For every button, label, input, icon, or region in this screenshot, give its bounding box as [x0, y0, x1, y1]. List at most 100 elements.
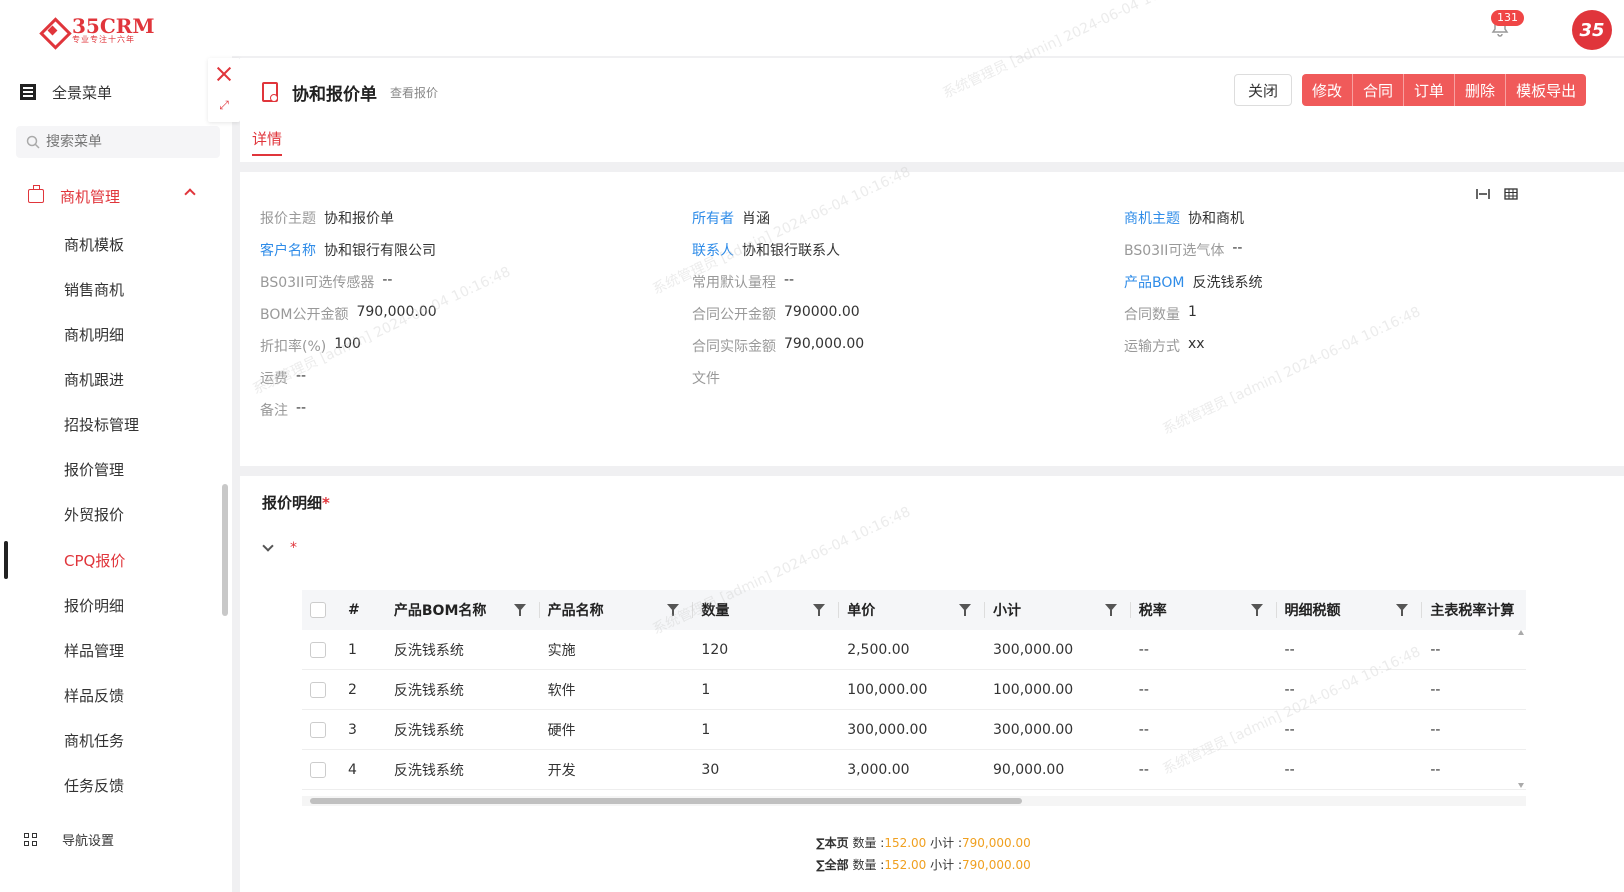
brand-logo[interactable]: 35CRM 专业专注十六年: [38, 16, 155, 46]
sidebar-item[interactable]: 商机明细: [0, 312, 224, 357]
select-all-checkbox[interactable]: [310, 602, 326, 618]
filter-icon: [1104, 604, 1117, 616]
column-width-icon[interactable]: [1476, 188, 1490, 200]
filter-icon: [813, 604, 826, 616]
nav-settings-button[interactable]: 导航设置: [24, 830, 114, 849]
detail-panel: 报价主题 协和报价单 客户名称 协和银行有限公司 BS03II可选传感器 -- BOM…: [240, 172, 1624, 466]
briefcase-icon: [28, 185, 44, 203]
avatar[interactable]: 35: [1572, 10, 1612, 50]
template-export-button[interactable]: 模板导出: [1506, 74, 1587, 106]
field-quote-subject: 报价主题 协和报价单: [260, 211, 394, 227]
field-contract-qty: 合同数量 1: [1124, 304, 1197, 323]
tab-details[interactable]: 详情: [252, 128, 282, 149]
field-range: 常用默认量程 --: [692, 272, 795, 291]
field-contract-actual: 合同实际金额 790,000.00: [692, 336, 865, 355]
contract-button[interactable]: 合同: [1353, 74, 1405, 106]
close-icon[interactable]: [216, 66, 232, 82]
chevron-up-icon: [184, 188, 196, 200]
sidebar-item[interactable]: 招投标管理: [0, 402, 224, 447]
col-unit-price[interactable]: 单价: [839, 590, 985, 630]
field-remark: 备注 --: [260, 400, 307, 419]
row-checkbox[interactable]: [310, 642, 326, 658]
field-opportunity[interactable]: 商机主题 协和商机: [1124, 208, 1244, 228]
edit-button[interactable]: 修改: [1302, 74, 1354, 106]
field-shipping: 运输方式 xx: [1124, 336, 1205, 355]
search-icon: [26, 135, 40, 149]
row-checkbox[interactable]: [310, 762, 326, 778]
menu-search[interactable]: [16, 126, 220, 158]
document-icon: [262, 82, 278, 102]
main-content: 协和报价单 查看报价 关闭 修改 合同 订单 删除 模板导出 详情 报价主题 协和…: [240, 58, 1624, 892]
sidebar-item[interactable]: 销售商机: [0, 267, 224, 312]
row-checkbox[interactable]: [310, 682, 326, 698]
field-contract-public: 合同公开金额 790000.00: [692, 304, 860, 323]
nav-settings-label: 导航设置: [62, 834, 115, 849]
col-main-tax[interactable]: 主表税率计算: [1422, 590, 1526, 630]
logo-icon: [38, 16, 68, 46]
brand-name: 35CRM: [72, 14, 155, 38]
collapse-toggle[interactable]: *: [262, 540, 297, 556]
table-row: 1 反洗钱系统 实施 120 2,500.00 300,000.00 -- --…: [302, 630, 1526, 670]
sidebar-group-label: 商机管理: [60, 187, 121, 206]
col-product-name[interactable]: 产品名称: [540, 590, 694, 630]
top-bar: 35CRM 专业专注十六年 131 35: [0, 0, 1624, 56]
sidebar-item[interactable]: 报价明细: [0, 583, 224, 628]
sidebar-item[interactable]: 样品管理: [0, 628, 224, 673]
row-checkbox[interactable]: [310, 722, 326, 738]
col-subtotal[interactable]: 小计: [985, 590, 1131, 630]
action-buttons: 修改 合同 订单 删除 模板导出: [1302, 74, 1587, 106]
table-layout-icon[interactable]: [1504, 188, 1518, 200]
order-button[interactable]: 订单: [1404, 74, 1456, 106]
close-button[interactable]: 关闭: [1234, 74, 1292, 106]
sidebar-scrollbar[interactable]: [222, 484, 228, 616]
notification-badge: 131: [1491, 10, 1524, 26]
menu-list-icon: [20, 84, 36, 100]
page-subtitle: 查看报价: [390, 86, 439, 100]
col-tax-rate[interactable]: 税率: [1131, 590, 1277, 630]
table-row: 2 反洗钱系统 软件 1 100,000.00 100,000.00 -- --…: [302, 670, 1526, 710]
grid-icon: [24, 832, 38, 847]
items-title: 报价明细*: [262, 494, 330, 512]
page-title: 协和报价单: [292, 85, 377, 105]
table-vertical-scrollbar[interactable]: [1516, 630, 1526, 788]
sidebar-item[interactable]: 任务反馈: [0, 763, 224, 808]
table-header: # 产品BOM名称 产品名称 数量 单价 小计 税率 明细税额 主表税率计算: [302, 590, 1526, 630]
fullscreen-icon[interactable]: ⤢: [217, 98, 231, 112]
filter-icon: [958, 604, 971, 616]
sidebar-item[interactable]: 外贸报价: [0, 492, 224, 537]
field-product-bom[interactable]: 产品BOM 反洗钱系统: [1124, 272, 1262, 292]
filter-icon: [513, 604, 526, 616]
filter-icon: [1250, 604, 1263, 616]
search-input[interactable]: [46, 134, 196, 150]
sidebar-item-active[interactable]: CPQ报价: [0, 538, 224, 583]
summary-page: ∑本页 数量 :152.00 小计 :790,000.00: [816, 836, 1031, 850]
sidebar-item[interactable]: 报价管理: [0, 447, 224, 492]
floating-toolbar: ⤢: [208, 58, 240, 122]
table-horizontal-scrollbar[interactable]: [302, 796, 1526, 806]
table-row: 4 反洗钱系统 开发 30 3,000.00 90,000.00 -- -- -…: [302, 750, 1526, 790]
active-indicator: [4, 541, 8, 579]
sidebar-item[interactable]: 样品反馈: [0, 673, 224, 718]
filter-icon: [1396, 604, 1409, 616]
field-customer[interactable]: 客户名称 协和银行有限公司: [260, 240, 436, 260]
table-row: 3 反洗钱系统 硬件 1 300,000.00 300,000.00 -- --…: [302, 710, 1526, 750]
col-qty[interactable]: 数量: [693, 590, 840, 630]
sidebar-item[interactable]: 商机任务: [0, 718, 224, 763]
delete-button[interactable]: 删除: [1455, 74, 1507, 106]
filter-icon: [667, 604, 680, 616]
sidebar-item[interactable]: 商机模板: [0, 222, 224, 267]
field-discount: 折扣率(%) 100: [260, 336, 361, 355]
sidebar-item[interactable]: 商机跟进: [0, 357, 224, 402]
full-menu-label: 全景菜单: [52, 83, 113, 102]
field-bom-amount: BOM公开金额 790,000.00: [260, 304, 437, 323]
col-index: #: [347, 602, 360, 618]
field-contact[interactable]: 联系人 协和银行联系人: [692, 240, 840, 260]
col-bom-name[interactable]: 产品BOM名称: [386, 590, 540, 630]
field-owner[interactable]: 所有者 肖涵: [692, 208, 770, 228]
field-freight: 运费 --: [260, 368, 307, 387]
sidebar-group-opportunity[interactable]: 商机管理: [0, 170, 224, 222]
chevron-down-icon: [262, 540, 274, 552]
page-header: 协和报价单 查看报价 关闭 修改 合同 订单 删除 模板导出 详情: [240, 58, 1624, 162]
col-line-tax[interactable]: 明细税额: [1277, 590, 1423, 630]
field-gas: BS03II可选气体 --: [1124, 240, 1243, 259]
